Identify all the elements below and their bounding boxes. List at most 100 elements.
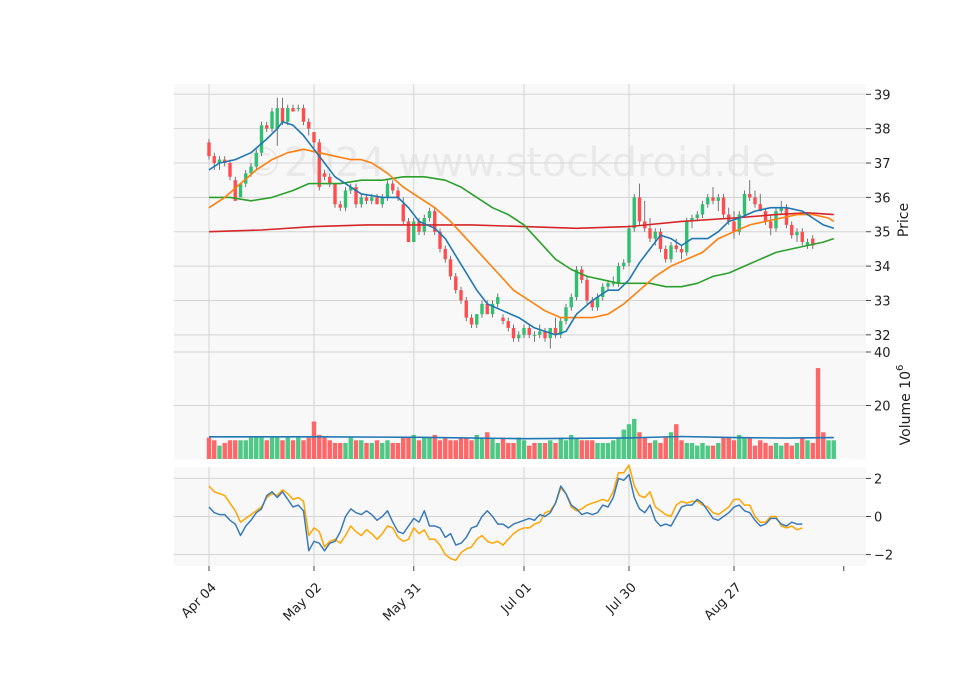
candle-body <box>275 108 279 129</box>
candle-body <box>270 111 274 129</box>
volume-bar <box>747 437 752 459</box>
candle-body <box>527 327 531 335</box>
volume-bar <box>427 437 432 459</box>
candle <box>406 218 411 243</box>
candle-body <box>616 266 621 284</box>
volume-bar <box>679 440 684 459</box>
volume-bar <box>537 442 542 459</box>
candle-body <box>574 269 579 298</box>
volume-bar <box>464 437 469 459</box>
price-y-tick-label: 34 <box>874 260 891 275</box>
volume-bar <box>773 442 779 459</box>
volume-bar <box>269 437 275 459</box>
candle-body <box>301 108 306 122</box>
volume-y-tick-label: 40 <box>874 346 891 361</box>
volume-bar <box>553 442 558 459</box>
volume-bar <box>763 442 768 459</box>
volume-bar <box>558 437 563 459</box>
candle <box>721 193 726 218</box>
volume-bar <box>705 445 710 459</box>
volume-bar <box>689 442 695 459</box>
candle-body <box>674 245 678 249</box>
price-y-tick-label: 36 <box>874 191 891 206</box>
candle-body <box>700 204 705 215</box>
candle-body <box>679 248 684 253</box>
volume-bar <box>485 432 490 459</box>
volume-bar <box>511 442 516 459</box>
oscillator-y-tick-label: −2 <box>874 549 893 564</box>
volume-bar <box>243 440 248 459</box>
candle-body <box>359 197 363 205</box>
volume-bar <box>516 437 521 459</box>
candle-body <box>753 197 757 205</box>
candle <box>343 187 348 212</box>
candle-body <box>328 176 332 184</box>
volume-bar <box>364 442 369 459</box>
volume-bar <box>800 437 805 459</box>
volume-bar <box>254 437 259 459</box>
candle-body <box>627 228 631 263</box>
volume-bar <box>637 432 642 459</box>
candle <box>333 183 337 208</box>
volume-bar <box>353 440 359 459</box>
candle-body <box>443 248 447 260</box>
candle <box>270 108 274 133</box>
candle-body <box>228 163 232 177</box>
price-y-tick-label: 33 <box>874 294 891 309</box>
volume-bar <box>401 437 406 459</box>
volume-bar <box>626 424 632 459</box>
price-y-tick-label: 39 <box>874 88 891 103</box>
candle-body <box>695 214 699 218</box>
candle-body <box>249 166 253 174</box>
volume-bar <box>821 432 826 459</box>
candle <box>259 121 264 157</box>
volume-bar <box>595 442 600 459</box>
candle-body <box>685 221 689 253</box>
candle-body <box>585 279 589 301</box>
volume-bar <box>684 442 689 459</box>
candle-body <box>648 228 652 239</box>
volume-bar <box>385 440 390 459</box>
volume-bar <box>327 440 332 459</box>
volume-bar <box>805 440 810 459</box>
volume-bar <box>815 368 821 459</box>
volume-bar <box>437 440 443 459</box>
price-y-tick-label: 38 <box>874 123 891 138</box>
candle-body <box>496 297 500 304</box>
volume-bar <box>611 440 616 459</box>
x-tick-label: May 31 <box>380 580 424 624</box>
volume-bar <box>343 442 348 459</box>
candle-body <box>427 211 432 218</box>
volume-bar <box>794 442 800 459</box>
volume-bar <box>653 440 658 459</box>
volume-bar <box>621 429 626 459</box>
volume-bar <box>322 437 327 459</box>
candle-body <box>653 231 657 239</box>
candle-body <box>312 132 316 143</box>
volume-bar <box>716 442 721 459</box>
volume-bar <box>369 442 374 459</box>
candle-body <box>464 300 468 318</box>
volume-bar <box>731 440 737 459</box>
candle-body <box>769 221 773 229</box>
volume-bar <box>758 440 763 459</box>
volume-bar <box>217 445 222 459</box>
price-axis-title: Price <box>896 203 912 237</box>
volume-bar <box>233 440 238 459</box>
volume-bar <box>548 440 553 459</box>
candle-body <box>716 197 720 201</box>
candle-body <box>391 183 395 191</box>
volume-bar <box>238 440 243 459</box>
volume-bar <box>332 442 338 459</box>
candle-body <box>569 297 573 308</box>
oscillator-y-tick-label: 2 <box>874 472 882 487</box>
x-tick-label: May 02 <box>281 580 325 624</box>
volume-bar <box>479 437 485 459</box>
candle-body <box>664 248 668 260</box>
volume-bar <box>311 421 317 459</box>
volume-bar <box>584 440 590 459</box>
volume-bar <box>264 440 269 459</box>
volume-bar <box>280 440 285 459</box>
volume-bar <box>579 440 584 459</box>
candle-body <box>748 193 752 198</box>
